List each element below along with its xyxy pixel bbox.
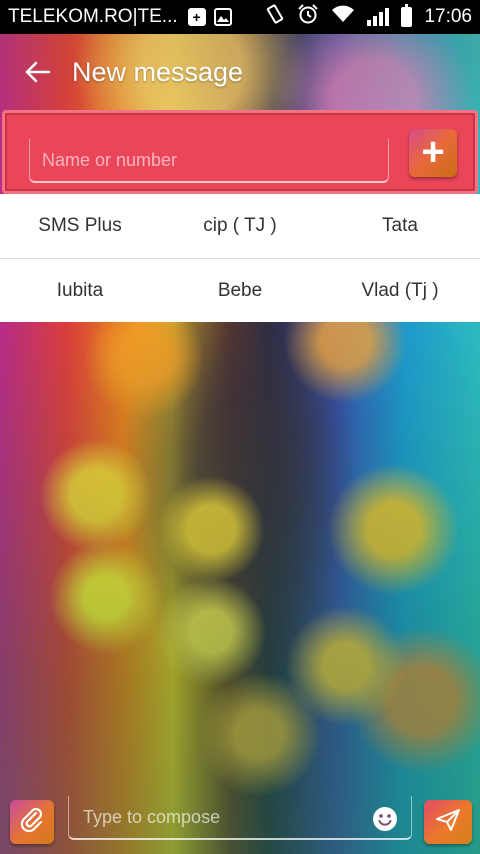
arrow-left-icon[interactable] xyxy=(8,34,68,110)
contact-item[interactable]: Tata xyxy=(320,194,480,258)
app-bar: New message xyxy=(0,34,480,110)
contact-item[interactable]: Vlad (Tj ) xyxy=(320,259,480,322)
system-icons: 17:06 xyxy=(265,3,472,31)
alarm-icon xyxy=(297,3,319,31)
battery-icon xyxy=(401,4,413,27)
compose-bar xyxy=(0,778,480,854)
compose-input[interactable] xyxy=(68,796,412,840)
page-title: New message xyxy=(72,56,244,87)
image-icon xyxy=(213,8,232,26)
contact-item[interactable]: Bebe xyxy=(160,259,320,322)
contact-item[interactable]: cip ( TJ ) xyxy=(160,194,320,258)
signal-icon xyxy=(367,8,390,26)
send-button[interactable] xyxy=(424,800,472,844)
plus-box-icon: + xyxy=(187,8,206,26)
contact-row: Iubita Bebe Vlad (Tj ) xyxy=(0,258,480,322)
add-contact-button[interactable]: + xyxy=(409,129,457,177)
frequent-contacts: SMS Plus cip ( TJ ) Tata Iubita Bebe Vla… xyxy=(0,194,480,322)
recipient-bar: + xyxy=(2,110,478,194)
paperclip-icon xyxy=(19,807,45,838)
plus-icon: + xyxy=(421,129,445,174)
smiley-icon[interactable] xyxy=(372,806,398,832)
contact-row: SMS Plus cip ( TJ ) Tata xyxy=(0,194,480,258)
contact-item[interactable]: SMS Plus xyxy=(0,194,160,258)
notification-icons: + xyxy=(187,8,232,26)
wifi-icon xyxy=(331,5,355,29)
contact-item[interactable]: Iubita xyxy=(0,259,160,322)
carrier-label: TELEKOM.RO|TE... xyxy=(8,6,178,27)
vibrate-icon xyxy=(265,4,285,30)
recipient-input[interactable] xyxy=(29,139,389,183)
send-icon xyxy=(435,808,461,837)
attach-button[interactable] xyxy=(10,800,54,844)
status-bar: TELEKOM.RO|TE... + 17:06 xyxy=(0,0,480,34)
clock: 17:06 xyxy=(424,6,472,27)
